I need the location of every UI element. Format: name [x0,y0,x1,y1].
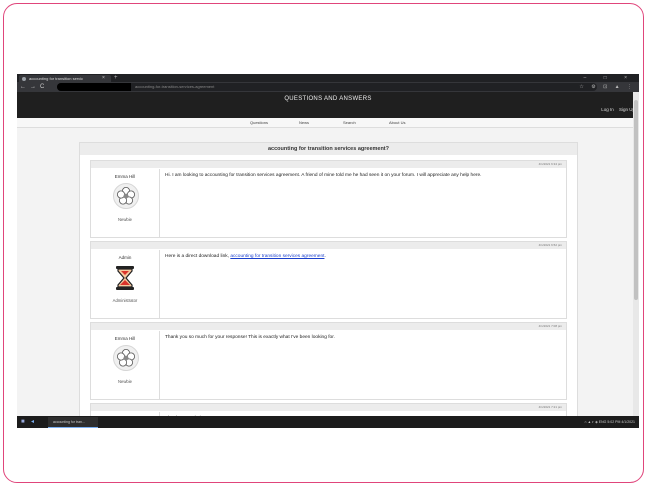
post-2: 4/1/2021 6:52 pm Admin Administrator Her… [90,241,567,319]
post-date: 4/1/2021 6:34 pm [91,161,566,168]
site-nav: Questions News Search About Us [17,118,639,128]
nav-about-us[interactable]: About Us [389,118,405,127]
tab-title: accounting for transition servic [29,76,84,81]
flower-avatar-icon [113,183,139,209]
auth-links: Log In Sign Up [597,107,635,112]
post-message: Here is a direct download link, accounti… [165,254,326,259]
login-link[interactable]: Log In [601,107,614,112]
new-tab-button[interactable]: + [114,74,118,82]
site-title: QUESTIONS AND ANSWERS [284,96,372,102]
post-user-panel: Admin Administrator [91,250,160,318]
username[interactable]: Admin [91,255,159,260]
reload-button[interactable]: C [40,82,44,92]
window-controls[interactable]: – □ × [584,74,636,82]
scrollbar-thumb[interactable] [634,100,638,300]
url-text: accounting-for-transition-services-agree… [135,84,215,89]
post-message: Thank you so much for your response! Thi… [165,335,335,340]
browser-toolbar: ← → C accounting-for-transition-services… [17,82,639,92]
tab-close-icon[interactable]: × [102,75,105,82]
nav-search[interactable]: Search [343,118,356,127]
browser-tab[interactable]: accounting for transition servic × [19,75,111,82]
post-date: 4/1/2021 6:52 pm [91,242,566,249]
post-message: Hi. I am looking to accounting for trans… [165,173,482,178]
tab-bar: accounting for transition servic × + – □… [17,74,639,82]
download-link[interactable]: accounting for transition services agree… [230,254,324,259]
forward-button[interactable]: → [30,82,36,92]
user-role: Newbie [118,379,132,384]
post-date: 4/1/2021 7:21 pm [91,404,566,411]
post-user-panel: Emma Hill Newbie [91,331,160,399]
post-1: 4/1/2021 6:34 pm Emma Hill Newbie Hi. I [90,160,567,238]
favicon-icon [22,77,26,81]
windows-taskbar: ■ ◂ accounting for tran... ⌂ ▲ ◐ ◈ ENG 5… [17,416,639,428]
nav-news[interactable]: News [299,118,309,127]
taskbar-browser-app[interactable]: accounting for tran... [48,417,98,428]
question-thread: accounting for transition services agree… [79,142,578,428]
user-role: Administrator [112,298,138,303]
taskview-icon[interactable]: ◂ [31,419,34,425]
user-role: Newbie [118,217,132,222]
username[interactable]: Emma Hill [91,174,159,179]
hourglass-avatar-icon [114,265,136,291]
post-date: 4/1/2021 7:08 pm [91,323,566,330]
toolbar-icons[interactable]: ☆ ⚙ ⊡ ▲ ⋮ [579,82,635,92]
browser-window: accounting for transition servic × + – □… [17,74,639,428]
start-button[interactable]: ■ [21,419,25,425]
redacted-url-block [57,83,131,91]
flower-avatar-icon [113,345,139,371]
username[interactable]: Emma Hill [91,336,159,341]
post-user-panel: Emma Hill Newbie [91,169,160,237]
post-3: 4/1/2021 7:08 pm Emma Hill Newbie Thank [90,322,567,400]
question-title: accounting for transition services agree… [80,143,577,155]
system-tray[interactable]: ⌂ ▲ ◐ ◈ ENG 5:02 PM 4/1/2021 [585,416,635,428]
nav-questions[interactable]: Questions [250,118,268,127]
back-button[interactable]: ← [20,82,26,92]
site-header: QUESTIONS AND ANSWERS Log In Sign Up [17,92,639,118]
page-scrollbar[interactable] [633,92,639,416]
taskbar-app-label: accounting for tran... [53,420,85,424]
